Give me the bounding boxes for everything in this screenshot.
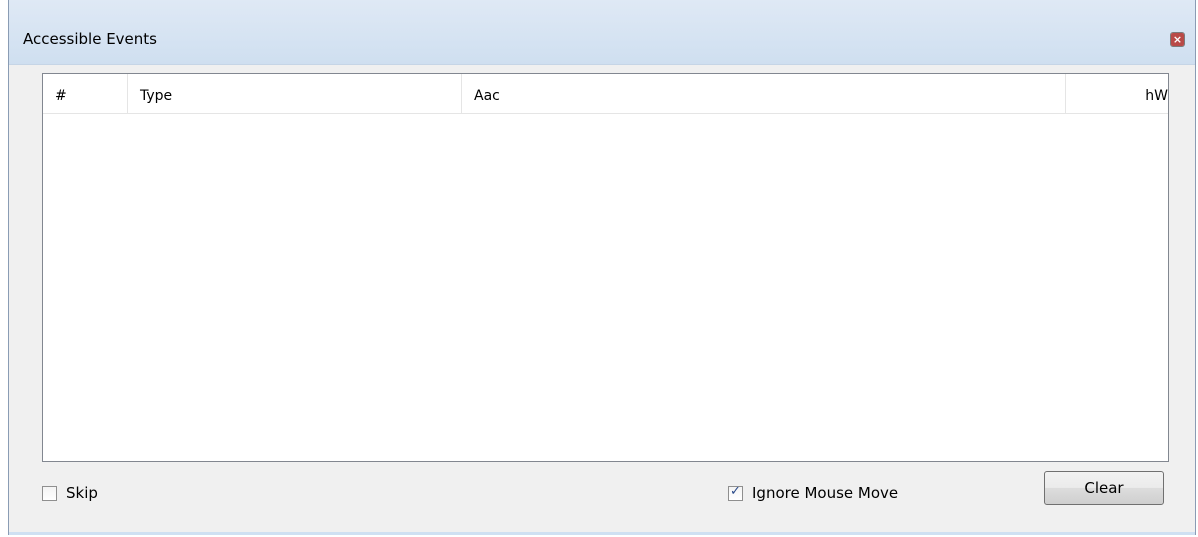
- title-bar[interactable]: Accessible Events ×: [9, 0, 1195, 65]
- column-header-hwnd[interactable]: hW: [1066, 74, 1168, 113]
- window-title: Accessible Events: [23, 30, 157, 48]
- ignore-mouse-move-checkbox[interactable]: [728, 484, 743, 501]
- close-icon: ×: [1171, 33, 1184, 46]
- client-area: # Type Aac hW Skip Ignore Mouse Move Cle…: [9, 65, 1195, 535]
- skip-option[interactable]: Skip: [42, 484, 98, 502]
- column-header-type[interactable]: Type: [128, 74, 462, 113]
- ignore-mouse-move-label: Ignore Mouse Move: [752, 484, 899, 502]
- skip-label: Skip: [66, 484, 98, 502]
- events-list[interactable]: # Type Aac hW: [42, 73, 1169, 462]
- ignore-mouse-move-option[interactable]: Ignore Mouse Move: [728, 484, 898, 502]
- list-header: # Type Aac hW: [43, 74, 1168, 114]
- list-body[interactable]: [43, 114, 1168, 461]
- column-header-aac[interactable]: Aac: [462, 74, 1066, 113]
- clear-button[interactable]: Clear: [1044, 471, 1164, 505]
- accessible-events-window: Accessible Events × # Type Aac hW Skip I…: [8, 0, 1196, 535]
- close-button[interactable]: ×: [1170, 32, 1185, 47]
- skip-checkbox[interactable]: [42, 485, 57, 501]
- column-header-number[interactable]: #: [43, 74, 128, 113]
